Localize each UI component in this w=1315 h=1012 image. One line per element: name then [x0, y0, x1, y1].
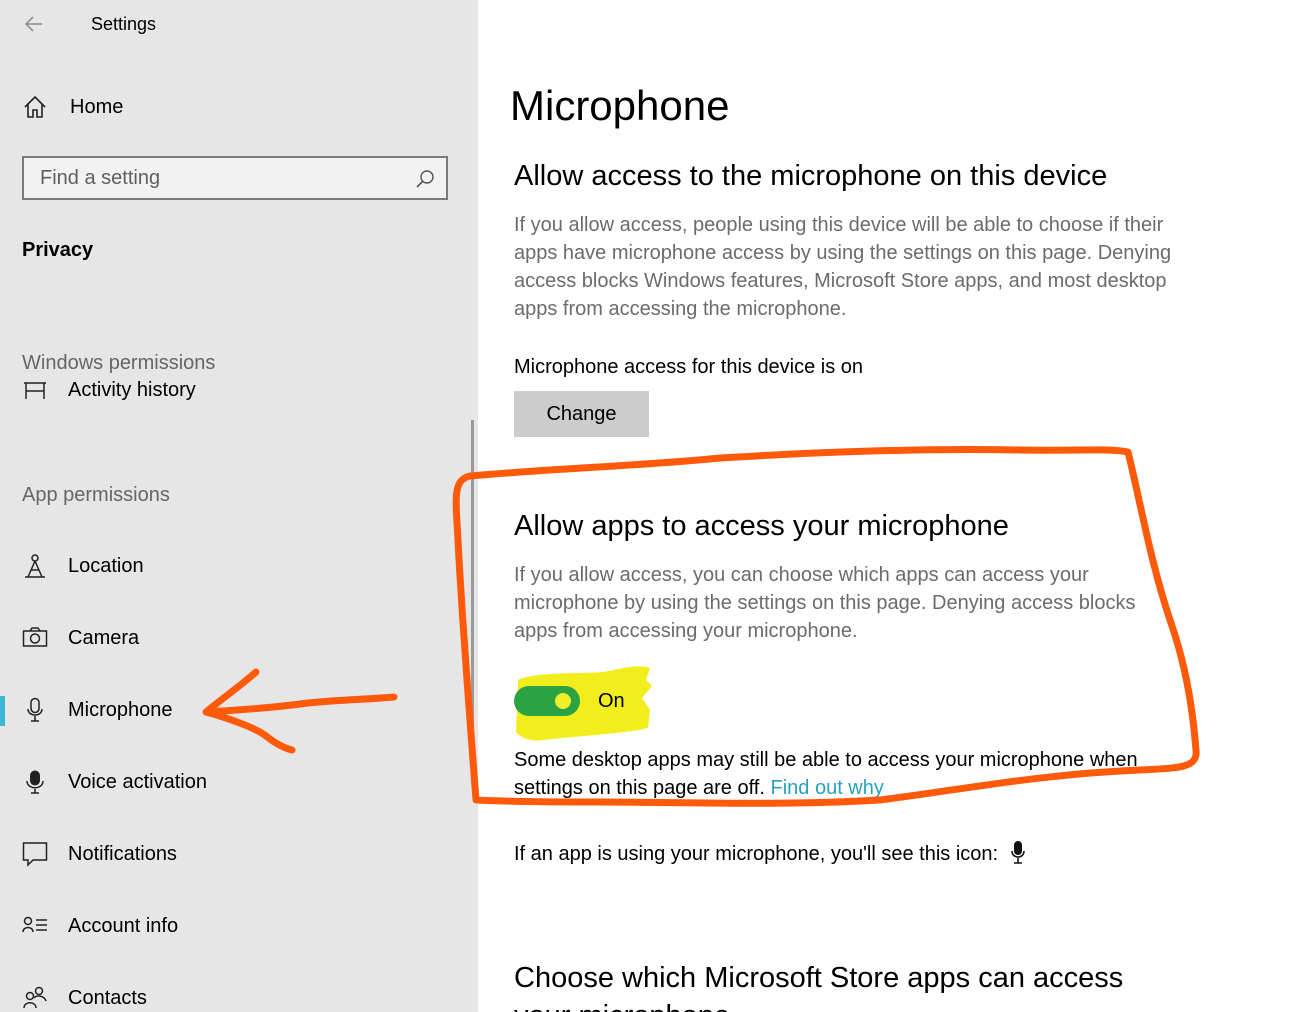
apps-access-heading: Allow apps to access your microphone — [514, 510, 1009, 542]
sidebar-item-activity-history[interactable]: Activity history — [0, 380, 470, 410]
sidebar-item-contacts[interactable]: Contacts — [0, 976, 470, 1012]
apps-access-toggle[interactable]: On — [514, 686, 625, 716]
voice-activation-icon — [22, 769, 48, 795]
active-indicator — [0, 696, 5, 726]
home-label: Home — [70, 95, 124, 118]
device-access-status: Microphone access for this device is on — [514, 356, 864, 378]
change-button[interactable]: Change — [514, 391, 649, 437]
sidebar: Settings Home Privacy Windows permission… — [0, 0, 478, 1012]
sidebar-item-label: Camera — [68, 626, 140, 649]
account-info-icon — [22, 913, 48, 939]
section-heading-privacy: Privacy — [22, 239, 94, 261]
icon-note: If an app is using your microphone, you'… — [514, 840, 1026, 868]
sidebar-item-label: Microphone — [68, 698, 173, 721]
device-access-heading: Allow access to the microphone on this d… — [514, 160, 1108, 192]
camera-icon — [22, 625, 48, 651]
page-title: Microphone — [510, 82, 730, 129]
sidebar-item-camera[interactable]: Camera — [0, 616, 470, 660]
microphone-in-use-icon — [1011, 841, 1025, 864]
toggle-knob — [555, 693, 571, 709]
contacts-icon — [22, 985, 48, 1011]
sidebar-scrollbar[interactable] — [471, 420, 474, 750]
microphone-icon — [22, 697, 48, 723]
sidebar-item-account-info[interactable]: Account info — [0, 904, 470, 948]
notifications-icon — [22, 841, 48, 867]
search-icon[interactable] — [414, 168, 436, 190]
sidebar-item-location[interactable]: Location — [0, 544, 470, 588]
toggle-state-label: On — [598, 689, 625, 712]
activity-history-icon — [22, 380, 48, 403]
find-out-why-link[interactable]: Find out why — [770, 777, 883, 799]
back-arrow-icon — [24, 16, 42, 32]
sidebar-item-label: Location — [68, 554, 144, 577]
app-title: Settings — [91, 14, 157, 34]
sidebar-item-microphone[interactable]: Microphone — [0, 688, 470, 732]
store-apps-heading: Choose which Microsoft Store apps can ac… — [514, 962, 1124, 1012]
toggle-switch[interactable] — [514, 686, 580, 716]
location-icon — [22, 553, 48, 579]
sidebar-item-label: Voice activation — [68, 770, 207, 793]
sidebar-item-label: Activity history — [68, 380, 196, 401]
main-content: Microphone Allow access to the microphon… — [478, 0, 1315, 1012]
search-box[interactable] — [22, 156, 448, 200]
home-icon — [24, 95, 46, 118]
windows-permissions-label: Windows permissions — [22, 352, 216, 374]
app-permissions-label: App permissions — [22, 484, 170, 506]
search-input[interactable] — [24, 158, 420, 198]
sidebar-item-notifications[interactable]: Notifications — [0, 832, 470, 876]
home-nav-item[interactable]: Home — [22, 94, 123, 120]
back-button[interactable] — [20, 10, 48, 38]
device-access-description: If you allow access, people using this d… — [514, 214, 1172, 320]
sidebar-item-voice-activation[interactable]: Voice activation — [0, 760, 470, 804]
icon-note-text: If an app is using your microphone, you'… — [514, 843, 999, 865]
apps-access-description: If you allow access, you can choose whic… — [514, 564, 1136, 642]
sidebar-item-label: Account info — [68, 914, 179, 937]
desktop-apps-note: Some desktop apps may still be able to a… — [514, 746, 1174, 802]
sidebar-item-label: Notifications — [68, 842, 177, 865]
sidebar-item-label: Contacts — [68, 986, 147, 1009]
